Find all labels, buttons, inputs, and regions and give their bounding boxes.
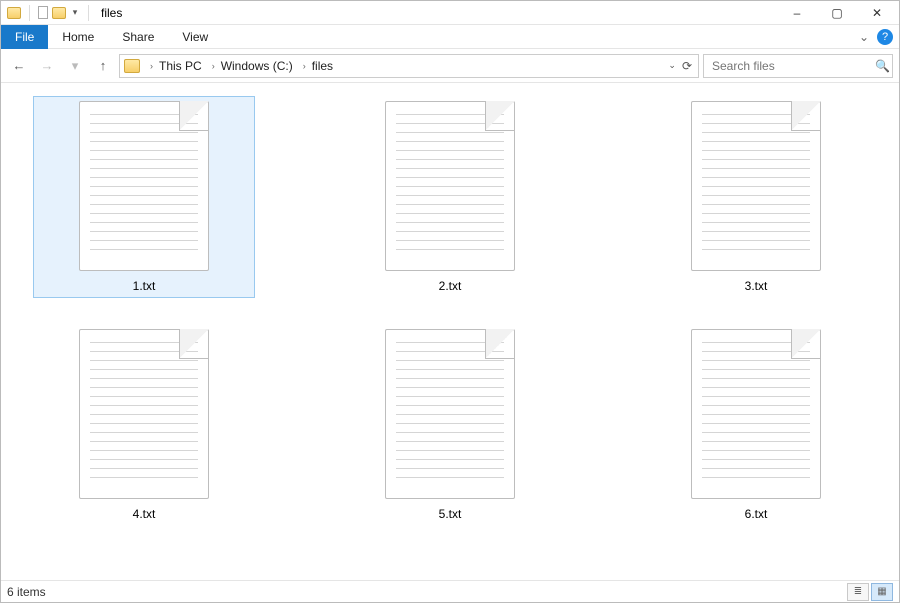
text-file-icon [79, 101, 209, 271]
quick-access-toolbar: ▾ [7, 5, 93, 21]
file-label: 4.txt [133, 507, 156, 521]
status-bar: 6 items ≣ ▦ [1, 580, 899, 602]
breadcrumb-segment[interactable]: › files [299, 55, 337, 77]
help-button[interactable]: ? [877, 29, 893, 45]
refresh-button[interactable]: ⟳ [682, 59, 692, 73]
search-icon: 🔍 [875, 59, 890, 73]
text-file-icon [691, 101, 821, 271]
separator [88, 5, 89, 21]
view-details-button[interactable]: ≣ [847, 583, 869, 601]
breadcrumb-segment[interactable]: › Windows (C:) [208, 55, 297, 77]
window-title: files [101, 6, 122, 20]
close-button[interactable]: ✕ [857, 2, 897, 24]
maximize-button[interactable]: ▢ [817, 2, 857, 24]
text-file-icon [385, 329, 515, 499]
tab-view[interactable]: View [168, 25, 222, 49]
chevron-right-icon: › [150, 61, 153, 71]
document-icon [38, 6, 48, 19]
file-label: 3.txt [745, 279, 768, 293]
up-button[interactable]: ↑ [91, 54, 115, 78]
recent-locations-dropdown[interactable]: ▾ [63, 54, 87, 78]
back-button[interactable]: ← [7, 54, 31, 78]
file-label: 2.txt [439, 279, 462, 293]
folder-icon [52, 7, 66, 19]
text-file-icon [79, 329, 209, 499]
breadcrumb-segment[interactable]: › This PC [146, 55, 206, 77]
navigation-bar: ← → ▾ ↑ › This PC › Windows (C:) › files… [1, 49, 899, 83]
ribbon-expand-button[interactable]: ⌄ [853, 26, 875, 48]
address-bar[interactable]: › This PC › Windows (C:) › files ⌄ ⟳ [119, 54, 699, 78]
breadcrumb-label: Windows (C:) [221, 59, 293, 73]
content-area[interactable]: 1.txt 2.txt 3.txt 4.txt 5.txt 6.txt [1, 83, 899, 580]
file-label: 5.txt [439, 507, 462, 521]
minimize-button[interactable]: – [777, 2, 817, 24]
chevron-right-icon: › [212, 61, 215, 71]
view-large-icons-button[interactable]: ▦ [871, 583, 893, 601]
folder-icon [7, 7, 21, 19]
folder-icon [124, 59, 140, 73]
file-item[interactable]: 4.txt [34, 325, 254, 525]
tab-share[interactable]: Share [108, 25, 168, 49]
titlebar: ▾ files – ▢ ✕ [1, 1, 899, 25]
tab-file[interactable]: File [1, 25, 48, 49]
breadcrumb-label: files [312, 59, 333, 73]
chevron-right-icon: › [303, 61, 306, 71]
breadcrumb-label: This PC [159, 59, 202, 73]
text-file-icon [691, 329, 821, 499]
address-dropdown[interactable]: ⌄ [668, 60, 676, 71]
status-text: 6 items [7, 585, 46, 599]
qat-dropdown[interactable]: ▾ [70, 8, 80, 18]
tab-home[interactable]: Home [48, 25, 108, 49]
file-label: 1.txt [133, 279, 156, 293]
file-grid: 1.txt 2.txt 3.txt 4.txt 5.txt 6.txt [11, 97, 889, 525]
window-controls: – ▢ ✕ [777, 2, 897, 24]
text-file-icon [385, 101, 515, 271]
ribbon-tabs: File Home Share View ⌄ ? [1, 25, 899, 49]
file-item[interactable]: 1.txt [34, 97, 254, 297]
search-input[interactable] [710, 58, 869, 74]
file-item[interactable]: 6.txt [646, 325, 866, 525]
file-item[interactable]: 3.txt [646, 97, 866, 297]
separator [29, 5, 30, 21]
file-item[interactable]: 2.txt [340, 97, 560, 297]
search-box[interactable]: 🔍 [703, 54, 893, 78]
forward-button[interactable]: → [35, 54, 59, 78]
file-label: 6.txt [745, 507, 768, 521]
file-item[interactable]: 5.txt [340, 325, 560, 525]
